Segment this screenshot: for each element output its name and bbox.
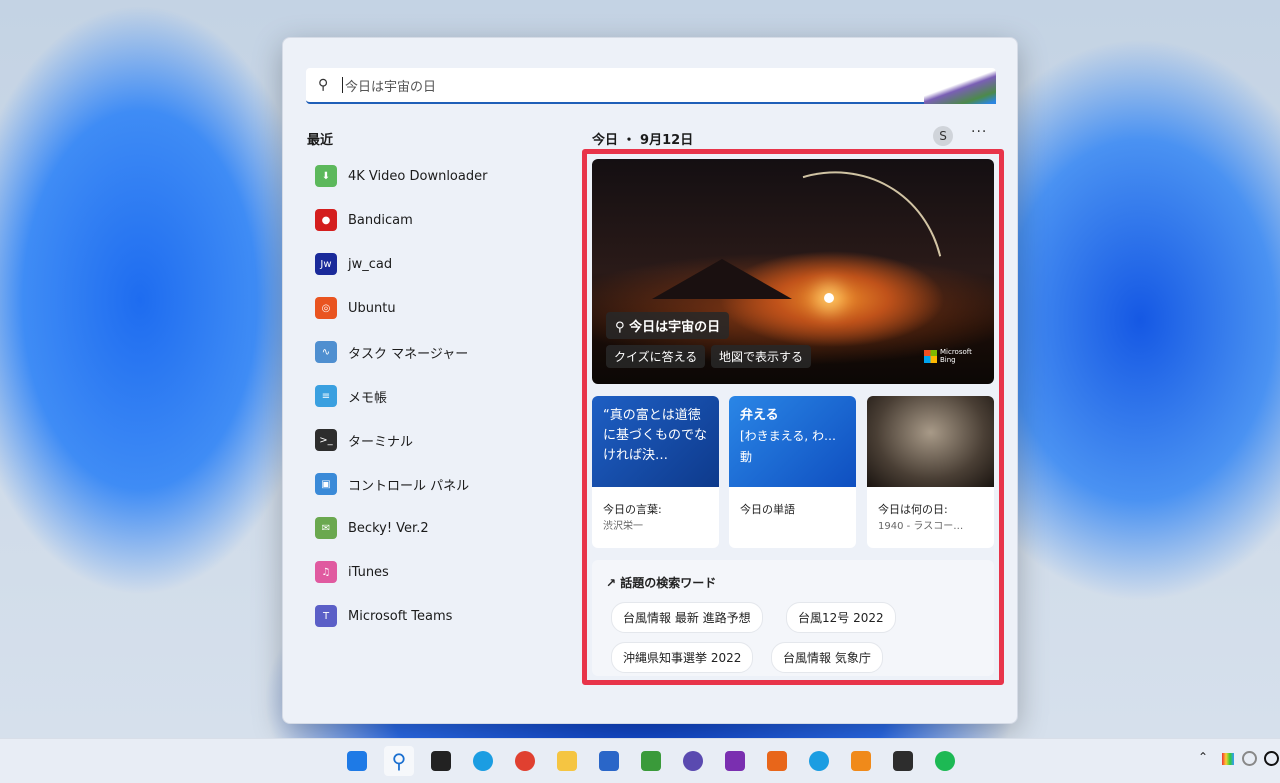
hero-title[interactable]: ⚲ 今日は宇宙の日 [606, 312, 730, 339]
trending-title: 話題の検索ワード [620, 576, 717, 590]
taskbar-edge-icon[interactable] [468, 746, 498, 776]
app-label: Bandicam [348, 212, 413, 228]
today-heading: 今日 ・ 9月12日 [592, 133, 694, 148]
word-card[interactable]: 弁える [わきまえる, わ…動 今日の単語 [729, 396, 856, 548]
app-label: iTunes [348, 564, 389, 580]
app-icon: ∿ [315, 341, 337, 363]
word-reading: [わきまえる, わ…動 [740, 429, 836, 464]
app-icon: ✉ [315, 517, 337, 539]
trending-searches: ↗ 話題の検索ワード 台風情報 最新 進路予想 台風12号 2022 沖縄県知事… [592, 560, 994, 676]
app-icon: Jw [315, 253, 337, 275]
app-label: メモ帳 [348, 390, 388, 406]
app-label: jw_cad [348, 256, 393, 272]
taskbar-tortoise-icon[interactable] [636, 746, 666, 776]
trend-chip[interactable]: 台風情報 最新 進路予想 [611, 602, 763, 633]
card-sublabel: 1940 - ラスコー… [878, 521, 964, 532]
search-icon: ⚲ [318, 77, 329, 93]
taskbar-onenote-icon[interactable] [720, 746, 750, 776]
rocket-glow [824, 293, 834, 303]
app-label: 4K Video Downloader [348, 168, 488, 184]
app-icon: ● [315, 209, 337, 231]
recent-app-item[interactable]: >_ ターミナル [315, 428, 413, 452]
card-label: 今日の単語 [740, 503, 795, 516]
word-title: 弁える [740, 408, 779, 423]
taskbar-task-view-icon[interactable] [426, 746, 456, 776]
cave-painting-image [867, 396, 994, 487]
taskbar-virtualbox-icon[interactable] [846, 746, 876, 776]
app-label: Becky! Ver.2 [348, 520, 429, 536]
tray-app-icon[interactable] [1222, 753, 1234, 765]
taskbar: ⚲ [0, 738, 1280, 783]
app-label: タスク マネージャー [348, 346, 469, 362]
app-label: Microsoft Teams [348, 608, 453, 624]
trending-icon: ↗ [606, 576, 621, 590]
quote-text: “真の富とは道徳に基づくものでなければ決… [592, 396, 719, 487]
recent-app-item[interactable]: ◎ Ubuntu [315, 296, 396, 320]
location-pin-icon: ⚲ [615, 320, 630, 335]
mountain-silhouette [652, 259, 792, 299]
show-hidden-icons-chevron-icon[interactable]: ⌃ [1198, 750, 1208, 764]
taskbar-file-explorer-icon[interactable] [552, 746, 582, 776]
taskbar-store-icon[interactable] [594, 746, 624, 776]
app-label: ターミナル [348, 434, 414, 450]
app-icon: ▣ [315, 473, 337, 495]
recent-app-item[interactable]: ≡ メモ帳 [315, 384, 387, 408]
app-icon: ♫ [315, 561, 337, 583]
quiz-button[interactable]: クイズに答える [606, 345, 706, 368]
app-icon: T [315, 605, 337, 627]
taskbar-p-app-icon[interactable] [678, 746, 708, 776]
taskbar-search-icon[interactable]: ⚲ [384, 746, 414, 776]
search-value: 今日は宇宙の日 [345, 79, 437, 95]
recent-app-item[interactable]: ● Bandicam [315, 208, 413, 232]
recent-app-item[interactable]: ♫ iTunes [315, 560, 389, 584]
taskbar-start-icon[interactable] [342, 746, 372, 776]
trend-chip[interactable]: 台風12号 2022 [786, 602, 896, 633]
recent-app-item[interactable]: T Microsoft Teams [315, 604, 452, 628]
sync-tray-icon[interactable] [1242, 751, 1257, 766]
recent-app-item[interactable]: ∿ タスク マネージャー [315, 340, 468, 364]
map-button[interactable]: 地図で表示する [711, 345, 812, 368]
more-options-button[interactable]: ··· [971, 124, 987, 140]
recent-app-item[interactable]: ⬇ 4K Video Downloader [315, 164, 487, 188]
app-icon: >_ [315, 429, 337, 451]
app-label: コントロール パネル [348, 478, 470, 494]
microsoft-bing-logo: Microsoft Bing [924, 348, 972, 364]
microsoft-logo-icon [924, 349, 937, 363]
trend-chip[interactable]: 沖縄県知事選挙 2022 [611, 642, 754, 673]
quote-card[interactable]: “真の富とは道徳に基づくものでなければ決… 今日の言葉: 渋沢栄一 [592, 396, 719, 548]
recent-app-item[interactable]: Jw jw_cad [315, 252, 392, 276]
taskbar-terminal-icon[interactable] [888, 746, 918, 776]
app-icon: ≡ [315, 385, 337, 407]
app-icon: ◎ [315, 297, 337, 319]
recent-app-item[interactable]: ▣ コントロール パネル [315, 472, 469, 496]
search-highlight-doodle[interactable] [924, 68, 996, 104]
search-input[interactable]: ⚲ 今日は宇宙の日 [306, 68, 996, 104]
on-this-day-card[interactable]: 今日は何の日: 1940 - ラスコー… [867, 396, 994, 548]
trend-chip[interactable]: 台風情報 気象庁 [771, 642, 883, 673]
taskbar-chrome-icon[interactable] [510, 746, 540, 776]
text-caret [342, 77, 343, 93]
hero-card[interactable]: ⚲ 今日は宇宙の日 クイズに答える 地図で表示する Microsoft Bing [592, 159, 994, 384]
recent-app-item[interactable]: ✉ Becky! Ver.2 [315, 516, 429, 540]
card-label: 今日の言葉: [603, 503, 662, 516]
app-label: Ubuntu [348, 300, 396, 316]
taskbar-search-tool-icon[interactable] [762, 746, 792, 776]
taskbar-edge-canary-icon[interactable] [804, 746, 834, 776]
app-icon: ⬇ [315, 165, 337, 187]
taskbar-spotify-icon[interactable] [930, 746, 960, 776]
sync-tray-icon[interactable] [1264, 751, 1279, 766]
card-label: 今日は何の日: [878, 503, 948, 516]
recent-heading: 最近 [307, 133, 334, 148]
card-sublabel: 渋沢栄一 [603, 521, 643, 532]
avatar[interactable]: S [933, 126, 953, 146]
